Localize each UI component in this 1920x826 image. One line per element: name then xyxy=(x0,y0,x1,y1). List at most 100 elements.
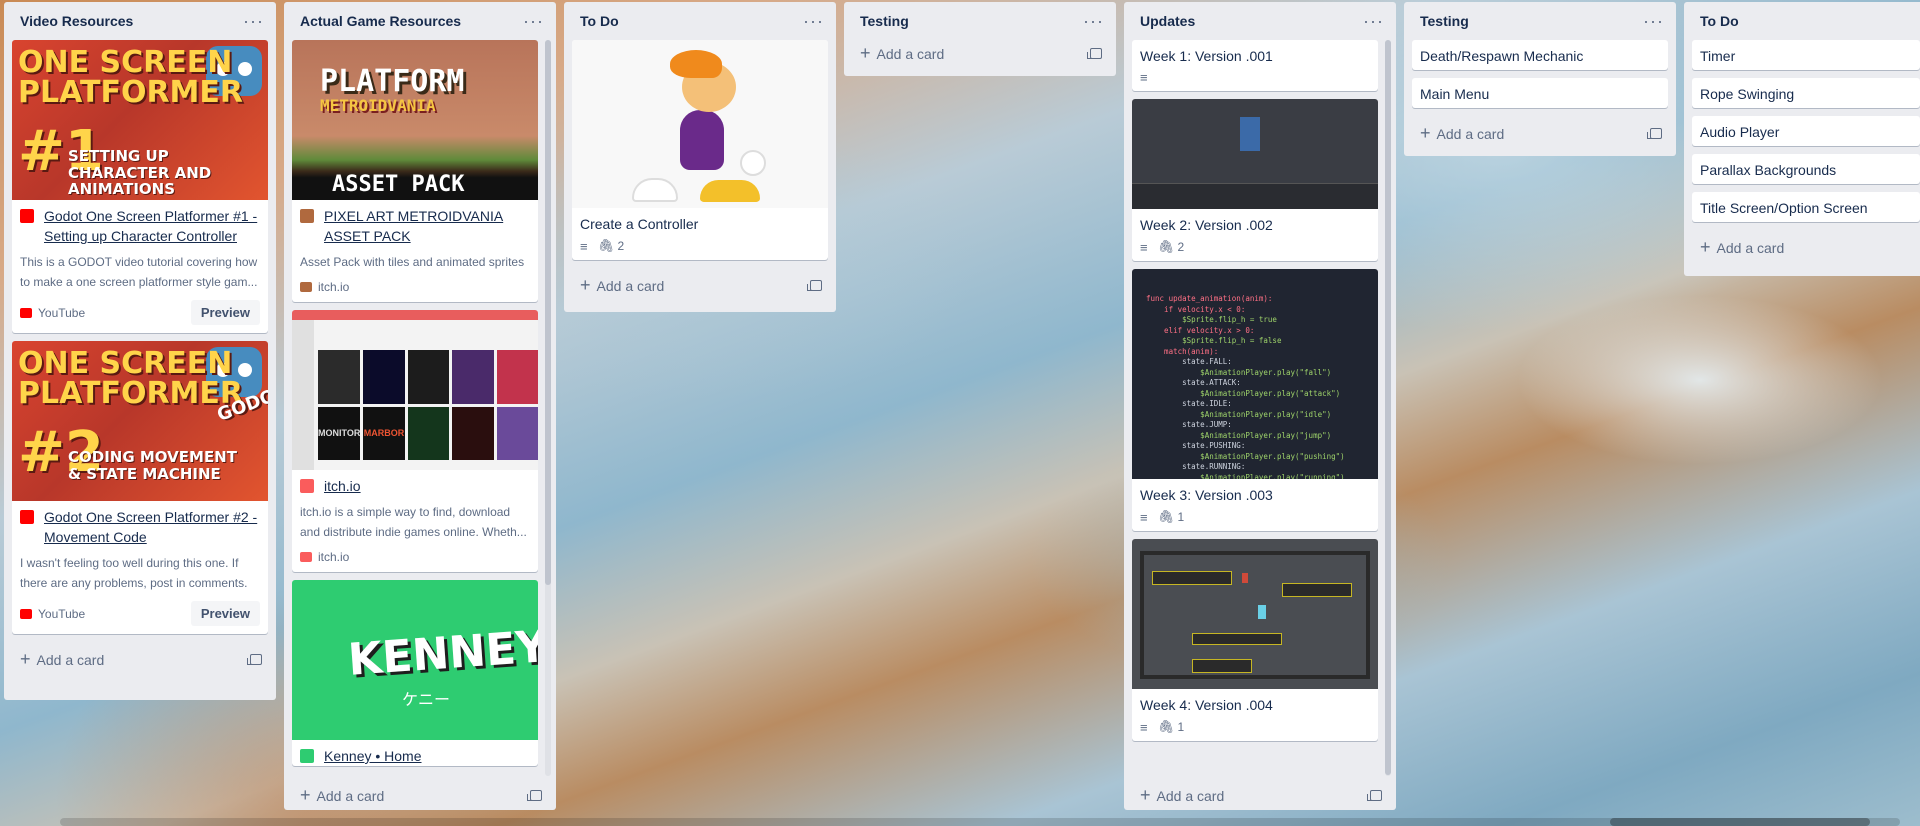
link-footer: itch.io xyxy=(292,542,538,572)
list-title[interactable]: To Do xyxy=(580,13,619,29)
list-title[interactable]: Testing xyxy=(1420,13,1469,29)
code-line: state.RUNNING: xyxy=(1146,462,1246,471)
link-description: Asset Pack with tiles and animated sprit… xyxy=(300,255,525,269)
add-card-button[interactable]: + Add a card xyxy=(292,778,548,810)
itch-sidebar xyxy=(292,320,314,470)
task-card[interactable]: Title Screen/Option Screen xyxy=(1692,192,1920,222)
update-card[interactable]: func update_animation(anim): if velocity… xyxy=(1132,269,1378,531)
code-line: match(anim): xyxy=(1146,346,1219,356)
card-template-icon[interactable] xyxy=(1087,47,1102,59)
add-card-button[interactable]: + Add a card xyxy=(1132,778,1388,810)
list-title[interactable]: Actual Game Resources xyxy=(300,13,461,29)
asset-pack-thumbnail: PLATFORM METROIDVANIA ASSET PACK xyxy=(292,40,538,200)
card-title[interactable]: Week 3: Version .003 xyxy=(1132,479,1378,509)
link-title[interactable]: itch.io xyxy=(292,470,538,496)
add-card-button[interactable]: + Add a card xyxy=(852,36,1108,70)
list-scrollbar-thumb[interactable] xyxy=(545,40,551,585)
list-to-do: To Do ··· Create a Controller ≡ 🖇 2 + Add… xyxy=(564,2,836,312)
itch-game-grid: MONITOR MARBOR xyxy=(318,350,538,460)
card-template-icon[interactable] xyxy=(247,653,262,665)
list-title[interactable]: Updates xyxy=(1140,13,1195,29)
task-card[interactable]: Create a Controller ≡ 🖇 2 xyxy=(572,40,828,260)
card-title[interactable]: Parallax Backgrounds xyxy=(1692,154,1920,184)
update-card[interactable]: Week 1: Version .001 ≡ xyxy=(1132,40,1378,91)
editor-bottom-panel xyxy=(1132,183,1378,209)
card-title[interactable]: Rope Swinging xyxy=(1692,78,1920,108)
link-card[interactable]: ONE SCREEN PLATFORMER #1 SETTING UP CHAR… xyxy=(12,40,268,333)
card-badges: ≡ 🖇 2 xyxy=(1132,239,1378,261)
add-card-button[interactable]: + Add a card xyxy=(572,268,828,302)
update-card[interactable]: Week 2: Version .002 ≡ 🖇 2 xyxy=(1132,99,1378,261)
card-template-icon[interactable] xyxy=(1647,127,1662,139)
code-line: $Sprite.flip_h = false xyxy=(1146,336,1282,345)
list-menu-icon[interactable]: ··· xyxy=(1643,12,1664,30)
task-card[interactable]: Timer xyxy=(1692,40,1920,70)
link-card[interactable]: PLATFORM METROIDVANIA ASSET PACK PIXEL A… xyxy=(292,40,538,302)
add-card-label: Add a card xyxy=(1436,125,1505,142)
task-card[interactable]: Audio Player xyxy=(1692,116,1920,146)
level-platform xyxy=(1192,633,1282,645)
board-canvas: Video Resources ··· ONE SCREEN PLATFORME… xyxy=(0,0,1920,826)
link-source: itch.io xyxy=(300,280,349,294)
card-title[interactable]: Audio Player xyxy=(1692,116,1920,146)
list-scrollbar-thumb[interactable] xyxy=(1385,40,1391,775)
link-title[interactable]: Godot One Screen Platformer #1 - Setting… xyxy=(12,200,268,246)
list-title[interactable]: To Do xyxy=(1700,13,1739,29)
link-title[interactable]: Godot One Screen Platformer #2 - Movemen… xyxy=(12,501,268,547)
task-card[interactable]: Parallax Backgrounds xyxy=(1692,154,1920,184)
game-tile-monitor: MONITOR xyxy=(318,406,361,460)
link-footer: YouTube Preview xyxy=(12,593,268,634)
card-title[interactable]: Title Screen/Option Screen xyxy=(1692,192,1920,222)
itch-screenshot-thumbnail: MONITOR MARBOR xyxy=(292,310,538,470)
card-template-icon[interactable] xyxy=(807,279,822,291)
card-template-icon[interactable] xyxy=(527,789,542,801)
card-title[interactable]: Create a Controller xyxy=(572,208,828,238)
link-title-text[interactable]: Godot One Screen Platformer #2 - Movemen… xyxy=(44,509,257,545)
card-title[interactable]: Week 2: Version .002 xyxy=(1132,209,1378,239)
youtube-icon xyxy=(20,307,32,318)
list-menu-icon[interactable]: ··· xyxy=(1083,12,1104,30)
itch-icon xyxy=(300,479,314,493)
link-title[interactable]: PIXEL ART METROIDVANIA ASSET PACK xyxy=(292,200,538,246)
link-card[interactable]: KENNEY ケニー Kenney • Home xyxy=(292,580,538,766)
list-menu-icon[interactable]: ··· xyxy=(243,12,264,30)
thumbnail-subtitle: METROIDVANIA xyxy=(320,96,436,115)
preview-button[interactable]: Preview xyxy=(190,300,260,325)
list-menu-icon[interactable]: ··· xyxy=(523,12,544,30)
link-title-text[interactable]: itch.io xyxy=(324,478,361,494)
add-card-button[interactable]: + Add a card xyxy=(12,642,268,676)
preview-button[interactable]: Preview xyxy=(190,601,260,626)
card-badges: ≡ xyxy=(1132,70,1378,91)
list-cards-area: Week 1: Version .001 ≡ Week 2: Version .… xyxy=(1132,40,1378,770)
link-title-text[interactable]: PIXEL ART METROIDVANIA ASSET PACK xyxy=(324,208,503,244)
card-title[interactable]: Main Menu xyxy=(1412,78,1668,108)
card-title[interactable]: Week 1: Version .001 xyxy=(1132,40,1378,70)
card-title[interactable]: Timer xyxy=(1692,40,1920,70)
list-menu-icon[interactable]: ··· xyxy=(803,12,824,30)
update-card[interactable]: Week 4: Version .004 ≡ 🖇 1 xyxy=(1132,539,1378,741)
task-card[interactable]: Main Menu xyxy=(1412,78,1668,108)
link-card[interactable]: ONE SCREEN PLATFORMER GODOT #2 CODING MO… xyxy=(12,341,268,634)
youtube-icon xyxy=(20,608,32,619)
code-line: $Sprite.flip_h = true xyxy=(1146,315,1277,324)
game-tile xyxy=(496,350,538,404)
card-title[interactable]: Week 4: Version .004 xyxy=(1132,689,1378,719)
add-card-label: Add a card xyxy=(36,651,105,668)
list-title[interactable]: Video Resources xyxy=(20,13,133,29)
card-title[interactable]: Death/Respawn Mechanic xyxy=(1412,40,1668,70)
board-scrollbar-thumb[interactable] xyxy=(1610,818,1870,826)
add-card-button[interactable]: + Add a card xyxy=(1692,230,1920,264)
card-cover-image xyxy=(572,40,828,208)
add-card-label: Add a card xyxy=(596,277,665,294)
link-title-text[interactable]: Kenney • Home xyxy=(324,748,422,764)
list-title[interactable]: Testing xyxy=(860,13,909,29)
link-card[interactable]: MONITOR MARBOR itch.io itch.io is a simp… xyxy=(292,310,538,572)
list-menu-icon[interactable]: ··· xyxy=(1363,12,1384,30)
link-title-text[interactable]: Godot One Screen Platformer #1 - Setting… xyxy=(44,208,257,244)
add-card-button[interactable]: + Add a card xyxy=(1412,116,1668,150)
task-card[interactable]: Rope Swinging xyxy=(1692,78,1920,108)
card-template-icon[interactable] xyxy=(1367,789,1382,801)
link-title[interactable]: Kenney • Home xyxy=(292,740,538,766)
task-card[interactable]: Death/Respawn Mechanic xyxy=(1412,40,1668,70)
attachment-badge: 🖇 2 xyxy=(598,238,625,254)
